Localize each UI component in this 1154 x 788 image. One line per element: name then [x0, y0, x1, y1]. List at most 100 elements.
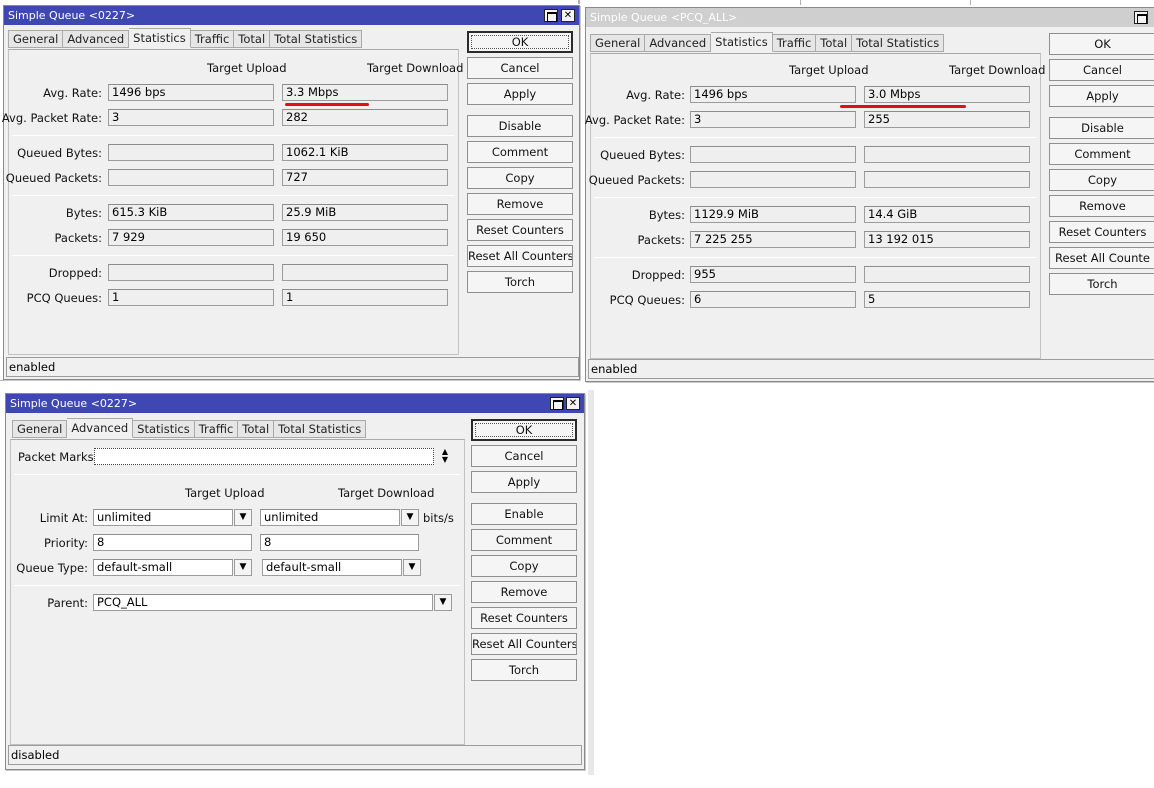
cancel-button[interactable]: Cancel [471, 445, 577, 467]
cancel-button[interactable]: Cancel [1049, 59, 1154, 81]
remove-button[interactable]: Remove [471, 581, 577, 603]
dropped-upload-field: 955 [690, 266, 856, 283]
reset-counters-button[interactable]: Reset Counters [471, 607, 577, 629]
close-icon[interactable]: ✕ [561, 9, 575, 22]
dropdown-arrow-icon[interactable]: ▼ [434, 594, 452, 611]
maximize-icon[interactable] [1134, 11, 1148, 24]
simple-queue-window-advanced: Simple Queue <0227> ✕ General Advanced S… [5, 393, 585, 770]
close-icon[interactable]: ✕ [566, 397, 580, 410]
torch-button[interactable]: Torch [471, 659, 577, 681]
enable-button[interactable]: Enable [471, 503, 577, 525]
dropped-label: Dropped: [48, 266, 102, 280]
tab-traffic[interactable]: Traffic [190, 30, 235, 48]
disable-button[interactable]: Disable [467, 115, 573, 137]
tab-traffic[interactable]: Traffic [194, 420, 239, 438]
ok-button[interactable]: OK [467, 31, 573, 53]
reset-counters-button[interactable]: Reset Counters [467, 219, 573, 241]
red-underline-annotation [840, 105, 966, 108]
cancel-button[interactable]: Cancel [467, 57, 573, 79]
maximize-icon[interactable] [544, 9, 558, 22]
tab-general[interactable]: General [590, 34, 646, 52]
queued-packets-upload-field [108, 169, 274, 186]
torch-button[interactable]: Torch [467, 271, 573, 293]
tab-statistics[interactable]: Statistics [133, 420, 195, 438]
tab-traffic[interactable]: Traffic [772, 34, 817, 52]
copy-button[interactable]: Copy [471, 555, 577, 577]
dropdown-arrow-icon[interactable]: ▼ [234, 559, 252, 576]
window-title[interactable]: Simple Queue <0227> [4, 6, 579, 25]
priority-upload-input[interactable]: 8 [93, 534, 252, 551]
parent-select[interactable]: PCQ_ALL [93, 594, 433, 611]
tab-total[interactable]: Total [238, 420, 275, 438]
comment-button[interactable]: Comment [1049, 143, 1154, 165]
torch-button[interactable]: Torch [1049, 273, 1154, 295]
maximize-icon[interactable] [550, 397, 564, 410]
apply-button[interactable]: Apply [467, 83, 573, 105]
comment-button[interactable]: Comment [471, 529, 577, 551]
comment-button[interactable]: Comment [467, 141, 573, 163]
tab-total-statistics[interactable]: Total Statistics [270, 30, 363, 48]
copy-button[interactable]: Copy [467, 167, 573, 189]
copy-button[interactable]: Copy [1049, 169, 1154, 191]
dropdown-arrow-icon[interactable]: ▼ [234, 509, 252, 526]
packet-marks-field[interactable] [94, 448, 434, 465]
reset-all-counters-button[interactable]: Reset All Counters [467, 245, 573, 267]
col-header-upload: Target Upload [185, 486, 265, 500]
reset-counters-button[interactable]: Reset Counters [1049, 221, 1154, 243]
tab-advanced[interactable]: Advanced [645, 34, 712, 52]
avg-rate-label: Avg. Rate: [626, 88, 685, 102]
disable-button[interactable]: Disable [1049, 117, 1154, 139]
tab-general[interactable]: General [12, 420, 68, 438]
apply-button[interactable]: Apply [1049, 85, 1154, 107]
col-header-download: Target Download [338, 486, 435, 500]
avg-rate-download-field: 3.3 Mbps [282, 84, 448, 101]
col-header-download: Target Download [367, 61, 464, 75]
queued-bytes-download-field [864, 146, 1030, 163]
queue-type-upload-select[interactable]: default-small [93, 559, 233, 576]
ok-button[interactable]: OK [471, 419, 577, 441]
dropdown-arrow-icon[interactable]: ▼ [401, 509, 419, 526]
queued-bytes-upload-field [108, 144, 274, 161]
queue-type-download-select[interactable]: default-small [262, 559, 402, 576]
tab-bar: General Advanced Statistics Traffic Tota… [590, 32, 945, 52]
divider [12, 255, 454, 256]
limit-at-download-input[interactable]: unlimited [260, 509, 400, 526]
tab-general[interactable]: General [8, 30, 64, 48]
window-title[interactable]: Simple Queue <0227> [6, 394, 584, 413]
avg-packet-rate-label: Avg. Packet Rate: [1, 111, 102, 125]
divider [14, 585, 460, 586]
ok-button[interactable]: OK [1049, 33, 1154, 55]
queued-bytes-label: Queued Bytes: [600, 148, 685, 162]
tab-advanced[interactable]: Advanced [63, 30, 130, 48]
limit-at-upload-input[interactable]: unlimited [93, 509, 233, 526]
pcq-queues-download-field: 5 [864, 291, 1030, 308]
tab-total[interactable]: Total [816, 34, 853, 52]
tab-total-statistics[interactable]: Total Statistics [274, 420, 367, 438]
reset-all-counters-button[interactable]: Reset All Counte [1049, 247, 1154, 269]
remove-button[interactable]: Remove [467, 193, 573, 215]
window-title[interactable]: Simple Queue <PCQ_ALL> [586, 8, 1154, 27]
pcq-queues-upload-field: 6 [690, 291, 856, 308]
background-edge [0, 380, 8, 381]
col-header-upload: Target Upload [789, 63, 869, 77]
tab-total-statistics[interactable]: Total Statistics [852, 34, 945, 52]
avg-rate-upload-field: 1496 bps [690, 86, 856, 103]
dropdown-arrow-icon[interactable]: ▼ [403, 559, 421, 576]
queued-packets-label: Queued Packets: [588, 173, 685, 187]
remove-button[interactable]: Remove [1049, 195, 1154, 217]
tab-total[interactable]: Total [234, 30, 271, 48]
updown-arrows-icon[interactable]: ▲ ▼ [438, 448, 452, 465]
queued-bytes-upload-field [690, 146, 856, 163]
apply-button[interactable]: Apply [471, 471, 577, 493]
bytes-download-field: 25.9 MiB [282, 204, 448, 221]
queued-packets-upload-field [690, 171, 856, 188]
tab-statistics[interactable]: Statistics [711, 32, 773, 52]
tab-statistics[interactable]: Statistics [129, 28, 191, 48]
red-underline-annotation [285, 103, 369, 106]
tab-advanced[interactable]: Advanced [67, 418, 134, 438]
reset-all-counters-button[interactable]: Reset All Counters [471, 633, 577, 655]
divider [14, 474, 460, 475]
queued-bytes-label: Queued Bytes: [17, 146, 102, 160]
bytes-upload-field: 615.3 KiB [108, 204, 274, 221]
priority-download-input[interactable]: 8 [260, 534, 419, 551]
